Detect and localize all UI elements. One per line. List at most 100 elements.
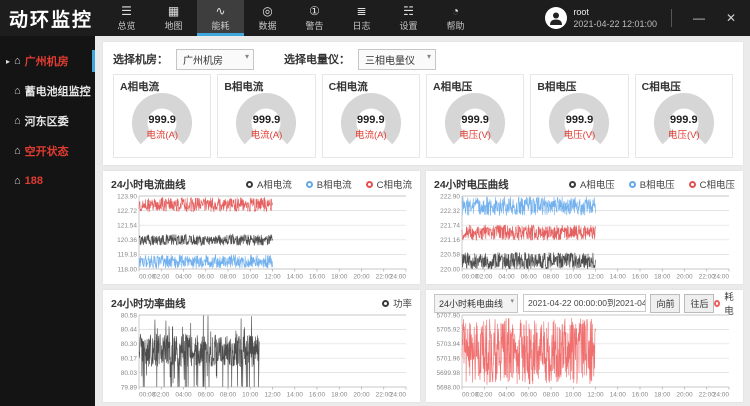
charts-grid: 24小时电流曲线 A相电流B相电流C相电流 123.90122.72121.54… <box>103 171 743 402</box>
nav-item-label: 地图 <box>165 19 183 32</box>
legend-marker-icon <box>689 181 696 188</box>
close-button[interactable]: ✕ <box>718 11 744 25</box>
home-icon: ⌂ <box>14 55 21 67</box>
alert-icon: ① <box>309 5 320 17</box>
chart-canvas: 5707.905705.925703.945701.965699.985698.… <box>434 311 735 399</box>
svg-text:10:00: 10:00 <box>565 392 582 399</box>
legend-marker-icon <box>306 181 313 188</box>
nav-item-数据[interactable]: ◎数据 <box>244 0 291 36</box>
gauge-arc: 999.9电流(A) <box>235 92 297 154</box>
legend-item-功率[interactable]: 功率 <box>382 296 412 310</box>
svg-text:18:00: 18:00 <box>331 392 348 399</box>
gauge-readout: 999.9电流(A) <box>340 114 402 141</box>
legend-item-B相电压[interactable]: B相电压 <box>629 177 675 191</box>
svg-text:119.18: 119.18 <box>118 252 138 259</box>
legend-marker-icon <box>246 181 253 188</box>
nav-item-设置[interactable]: ☵设置 <box>385 0 432 36</box>
nav-item-label: 警告 <box>306 19 324 32</box>
svg-text:02:00: 02:00 <box>153 274 170 281</box>
room-select-label: 选择机房： <box>113 51 168 67</box>
legend-item-A相电流[interactable]: A相电流 <box>246 177 292 191</box>
svg-text:08:00: 08:00 <box>543 392 560 399</box>
nav-item-警告[interactable]: ① 警告 <box>291 0 338 36</box>
gauge-readout: 999.9电压(V) <box>653 114 715 141</box>
chart-card-current: 24小时电流曲线 A相电流B相电流C相电流 123.90122.72121.54… <box>103 171 420 284</box>
svg-text:118.00: 118.00 <box>118 266 138 273</box>
svg-text:04:00: 04:00 <box>175 274 192 281</box>
svg-text:08:00: 08:00 <box>220 274 237 281</box>
nav-item-地图[interactable]: ▦ 地图 <box>150 0 197 36</box>
svg-text:02:00: 02:00 <box>153 392 170 399</box>
chart-legend: A相电流 B相电流 C相电流 <box>246 177 412 191</box>
svg-text:80.58: 80.58 <box>121 312 138 319</box>
svg-text:222.32: 222.32 <box>440 208 460 215</box>
minimize-button[interactable]: — <box>686 11 712 25</box>
svg-text:16:00: 16:00 <box>309 392 326 399</box>
legend-item-A相电压[interactable]: A相电压 <box>569 177 615 191</box>
legend-item-C相电流[interactable]: C相电流 <box>366 177 412 191</box>
nav-item-总览[interactable]: ☰总览 <box>103 0 150 36</box>
svg-text:06:00: 06:00 <box>198 392 215 399</box>
gauge-readout: 999.9电流(A) <box>235 114 297 141</box>
gauge-arc: 999.9电流(A) <box>340 92 402 154</box>
legend-item-B相电流[interactable]: B相电流 <box>306 177 352 191</box>
nav-item-能耗[interactable]: ∿能耗 <box>197 0 244 36</box>
legend-item-C相电压[interactable]: C相电压 <box>689 177 735 191</box>
gauge-unit: 电压(V) <box>653 127 715 141</box>
legend-label: A相电压 <box>580 177 615 191</box>
chart-canvas: 123.90122.72121.54120.36119.18118.0000:0… <box>111 192 412 281</box>
sidebar-item-蓄电池组监控[interactable]: ▸⌂蓄电池组监控 <box>0 76 95 106</box>
svg-text:20:00: 20:00 <box>353 392 370 399</box>
user-area: root 2021-04-22 12:01:00 — ✕ <box>545 0 750 36</box>
legend-label: C相电流 <box>377 177 412 191</box>
chevron-down-icon: ▾ <box>245 52 249 61</box>
svg-text:12:00: 12:00 <box>587 392 604 399</box>
svg-text:24:00: 24:00 <box>390 392 407 399</box>
legend-label: A相电流 <box>257 177 292 191</box>
app-title: 动环监控 <box>0 5 103 32</box>
user-name: root <box>573 7 657 17</box>
gauge-value: 999.9 <box>653 114 715 126</box>
gauge-arc: 999.9电压(V) <box>653 92 715 154</box>
svg-text:18:00: 18:00 <box>331 274 348 281</box>
nav-item-日志[interactable]: ≣日志 <box>338 0 385 36</box>
legend-marker-icon <box>629 181 636 188</box>
top-bar: 动环监控 ☰总览 ▦ 地图 ∿能耗◎数据 ① 警告 ≣日志☵设置◔帮助 root 2021-… <box>0 0 750 36</box>
sidebar-item-188[interactable]: ▸⌂188 <box>0 166 95 196</box>
data-icon: ◎ <box>262 5 272 17</box>
next-button[interactable]: 往后 <box>684 294 714 313</box>
room-select[interactable]: 广州机房 ▾ <box>176 49 254 70</box>
meter-select[interactable]: 三相电量仪 ▾ <box>358 49 436 70</box>
svg-text:12:00: 12:00 <box>264 392 281 399</box>
arrow-right-icon: ▸ <box>6 57 14 66</box>
sidebar-item-河东区委[interactable]: ▸⌂河东区委 <box>0 106 95 136</box>
legend-marker-icon <box>366 181 373 188</box>
avatar[interactable] <box>545 7 567 29</box>
svg-text:08:00: 08:00 <box>220 392 237 399</box>
svg-text:24:00: 24:00 <box>390 274 407 281</box>
gauge-arc: 999.9电流(A) <box>131 92 193 154</box>
svg-text:16:00: 16:00 <box>632 274 649 281</box>
prev-button[interactable]: 向前 <box>650 294 680 313</box>
chart-legend: A相电压 B相电压 C相电压 <box>569 177 735 191</box>
gauge-unit: 电压(V) <box>548 127 610 141</box>
nav-item-帮助[interactable]: ◔帮助 <box>432 0 479 36</box>
svg-text:120.36: 120.36 <box>117 237 137 244</box>
svg-text:18:00: 18:00 <box>654 274 671 281</box>
sidebar-item-空开状态[interactable]: ▸⌂空开状态 <box>0 136 95 166</box>
svg-text:80.17: 80.17 <box>121 356 138 363</box>
chart-card-power: 24小时功率曲线 功率 80.5880.4480.3080.1780.0379.… <box>103 290 420 402</box>
gauge-card-C相电流: C相电流999.9电流(A) <box>322 74 420 158</box>
map-icon: ▦ <box>168 5 179 17</box>
svg-text:80.44: 80.44 <box>121 327 138 334</box>
main-nav: ☰总览 ▦ 地图 ∿能耗◎数据 ① 警告 ≣日志☵设置◔帮助 <box>103 0 479 36</box>
log-icon: ≣ <box>356 5 366 17</box>
gauge-value: 999.9 <box>444 114 506 126</box>
gauge-value: 999.9 <box>548 114 610 126</box>
chart-type-select[interactable]: 24小时耗电曲线 ▾ <box>434 294 518 313</box>
settings-icon: ☵ <box>403 5 414 17</box>
sidebar-item-广州机房[interactable]: ▸⌂广州机房 <box>0 46 95 76</box>
date-range-input[interactable]: 2021-04-22 00:00:00到2021-04-22 23:59:59 <box>523 294 646 312</box>
svg-text:16:00: 16:00 <box>309 274 326 281</box>
gauge-unit: 电流(A) <box>235 127 297 141</box>
